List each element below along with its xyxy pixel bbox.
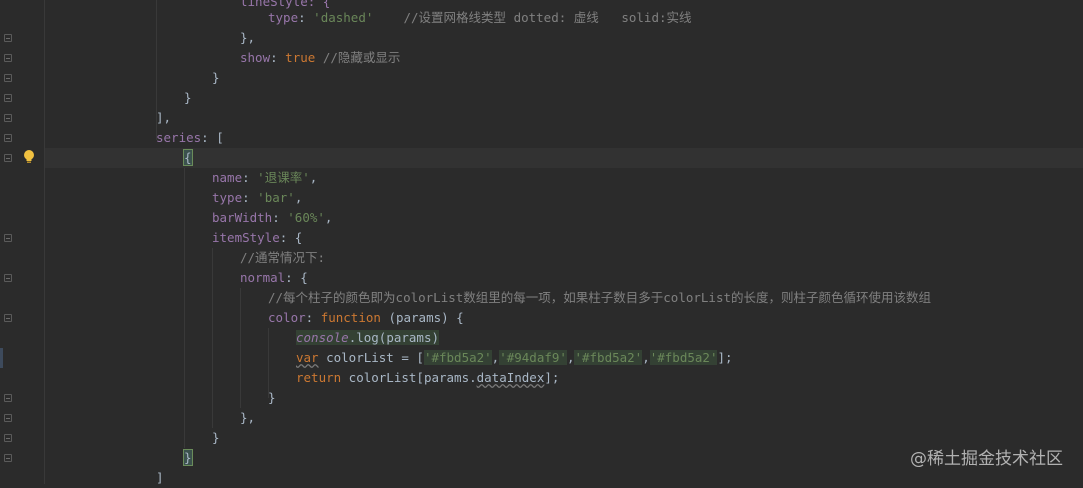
fold-marker-icon[interactable] [4, 134, 12, 142]
indent-guide [184, 168, 185, 448]
fold-marker-icon[interactable] [4, 34, 12, 42]
fold-marker-icon[interactable] [4, 54, 12, 62]
fold-marker-icon[interactable] [4, 74, 12, 82]
code-line: }, [240, 30, 256, 45]
fold-marker-icon[interactable] [4, 414, 12, 422]
code-line: barWidth: '60%', [212, 210, 333, 225]
fold-marker-icon[interactable] [4, 434, 12, 442]
code-line: } [183, 449, 193, 466]
code-line: console.log(params) [296, 330, 439, 345]
code-line: series: [ [156, 130, 224, 145]
code-line: { [183, 149, 193, 166]
indent-guide [240, 288, 241, 408]
code-line: type: 'dashed' //设置网格线类型 dotted: 虚线 soli… [268, 10, 692, 25]
code-line: ] [156, 470, 164, 485]
fold-marker-icon[interactable] [4, 234, 12, 242]
fold-marker-icon[interactable] [4, 154, 12, 162]
lightbulb-icon[interactable] [23, 149, 35, 165]
fold-marker-icon[interactable] [4, 454, 12, 462]
code-line: } [212, 430, 220, 445]
fold-marker-icon[interactable] [4, 274, 12, 282]
watermark: @稀土掘金技术社区 [910, 449, 1063, 469]
fold-marker-icon[interactable] [4, 314, 12, 322]
code-line: color: function (params) { [268, 310, 464, 325]
code-line: var colorList = ['#fbd5a2','#94daf9','#f… [296, 350, 733, 365]
code-line: } [184, 90, 192, 105]
code-line: } [212, 70, 220, 85]
code-line: type: 'bar', [212, 190, 303, 205]
fold-marker-icon[interactable] [4, 114, 12, 122]
code-line: } [268, 390, 276, 405]
fold-marker-icon[interactable] [4, 394, 12, 402]
code-line: ], [156, 110, 172, 125]
code-line: }, [240, 410, 256, 425]
code-line: //通常情况下: [240, 250, 326, 265]
code-line: name: '退课率', [212, 170, 318, 185]
fold-marker-icon[interactable] [4, 94, 12, 102]
editor-gutter[interactable] [0, 0, 45, 484]
indent-guide [44, 0, 45, 484]
code-line: //每个柱子的颜色即为colorList数组里的每一项，如果柱子数目多于colo… [268, 290, 932, 305]
code-line: return colorList[params.dataIndex]; [296, 370, 560, 385]
current-line-highlight [44, 148, 1083, 168]
code-editor[interactable]: lineStyle: { type: 'dashed' //设置网格线类型 do… [44, 0, 1083, 485]
change-marker [0, 348, 3, 368]
code-line: itemStyle: { [212, 230, 303, 245]
code-line: show: true //隐藏或显示 [240, 50, 401, 65]
code-line: normal: { [240, 270, 308, 285]
indent-guide [212, 248, 213, 428]
